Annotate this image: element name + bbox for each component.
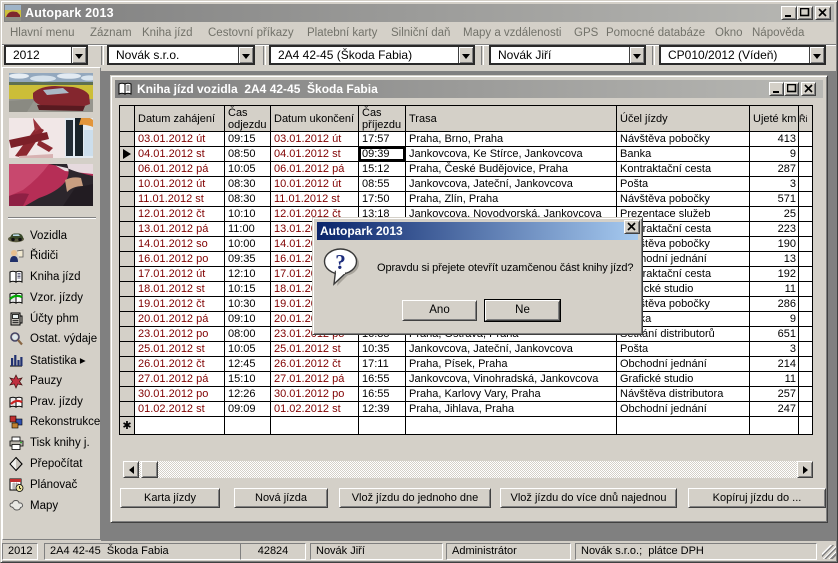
svg-text:?: ? (335, 250, 346, 274)
